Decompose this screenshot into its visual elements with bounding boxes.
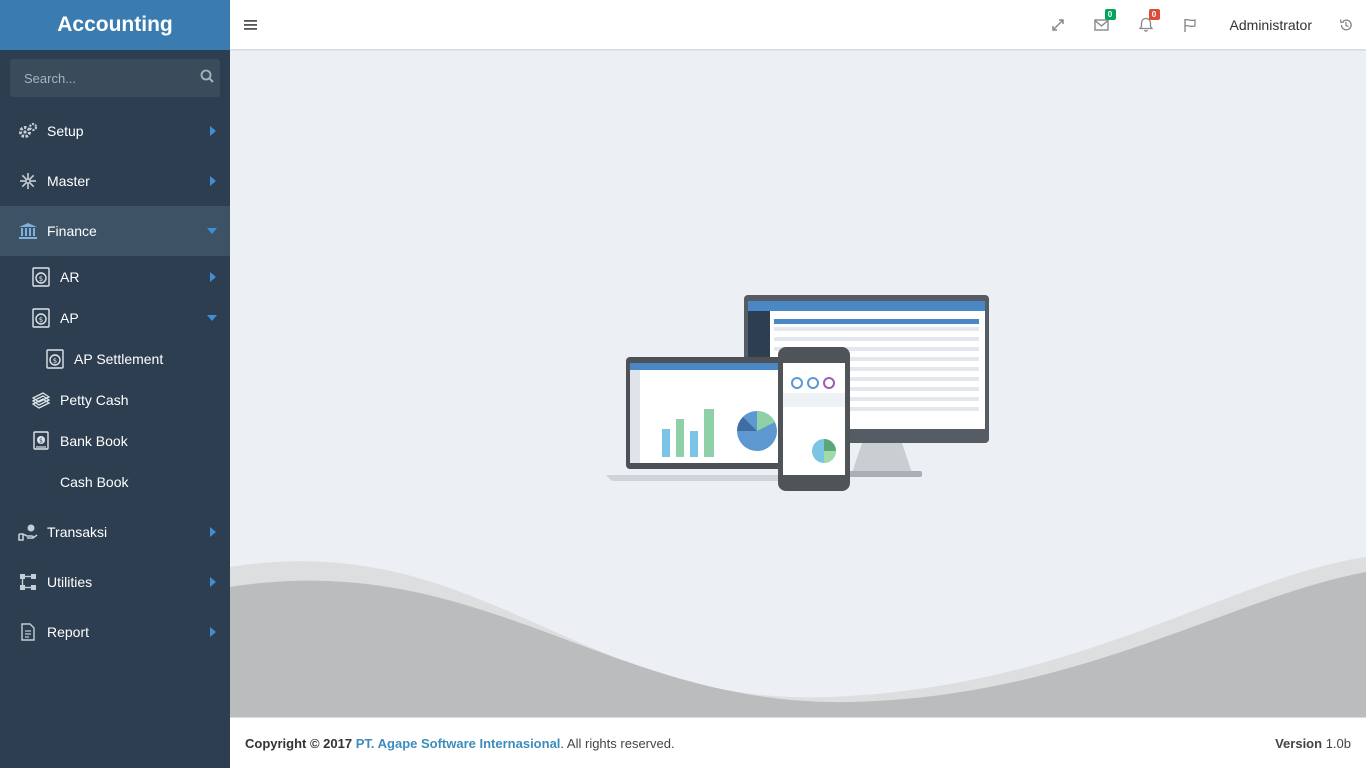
chevron-right-icon [210,577,216,587]
app-brand[interactable]: Accounting [0,0,230,50]
svg-text:$: $ [39,437,43,444]
decorative-wave [230,557,1366,717]
sidebar-item-ap-settlement[interactable]: $ AP Settlement [0,338,230,379]
sidebar-item-label: AP [60,309,79,326]
money-bag-icon: $ [31,266,51,287]
sidebar-item-label: AP Settlement [74,350,164,367]
company-link[interactable]: PT. Agape Software Internasional [356,736,561,751]
chevron-right-icon [210,527,216,537]
copyright-prefix: Copyright © 2017 [245,735,353,751]
expand-icon [1051,18,1064,31]
fullscreen-button[interactable] [1036,0,1080,50]
chevron-right-icon [210,271,216,282]
sidebar-item-utilities[interactable]: Utilities [0,557,230,607]
version-value: 1.0b [1325,735,1351,751]
search-input[interactable] [24,70,200,86]
snowflake-icon [18,171,38,191]
sidebar-item-transaksi[interactable]: Transaksi [0,507,230,557]
main-content [230,51,1366,717]
search-box [10,59,220,97]
svg-text:$: $ [39,275,43,283]
version-label: Version [1275,735,1323,751]
history-button[interactable] [1326,0,1366,50]
svg-text:$: $ [53,357,57,365]
sidebar-item-ap[interactable]: $ AP [0,297,230,338]
footer: Copyright © 2017 PT. Agape Software Inte… [230,717,1366,768]
flag-icon [1183,18,1196,32]
sitemap-icon [18,572,38,592]
hamburger-icon [244,19,257,30]
copyright-text: Copyright © 2017 PT. Agape Software Inte… [245,736,675,751]
sidebar-item-label: Master [47,173,90,189]
money-bag-icon: $ [45,348,65,369]
sidebar-menu: Setup Master Finance $ AR $ AP $ AP Sett… [0,106,230,657]
chevron-down-icon [207,314,217,321]
messages-count-badge: 0 [1104,8,1116,20]
user-menu[interactable]: Administrator [1212,17,1326,33]
sidebar-item-ar[interactable]: $ AR [0,256,230,297]
flag-button[interactable] [1168,0,1212,50]
sidebar-item-label: Finance [47,223,97,239]
sidebar-item-bank-book[interactable]: $ Bank Book [0,420,230,461]
bank-book-icon: $ [31,430,51,451]
search-icon[interactable] [200,69,214,88]
bank-icon [18,221,38,241]
chevron-right-icon [210,627,216,637]
notifications-count-badge: 0 [1148,8,1160,20]
sidebar-item-label: Cash Book [60,473,129,490]
devices-illustration [606,295,989,491]
sidebar-item-label: Petty Cash [60,391,129,408]
sidebar-item-finance[interactable]: Finance [0,206,230,256]
cash-stack-icon [31,390,51,410]
history-icon [1339,18,1352,30]
sidebar-search [0,50,230,106]
sidebar-item-label: Bank Book [60,432,128,449]
sidebar-toggle-button[interactable] [230,0,272,50]
chevron-down-icon [207,228,217,234]
sidebar-item-report[interactable]: Report [0,607,230,657]
sidebar-item-label: Utilities [47,574,93,590]
notifications-button[interactable]: 0 [1124,0,1168,50]
sidebar-item-label: Setup [47,123,84,139]
version-info: Version 1.0b [1275,736,1351,751]
hand-money-icon [18,522,38,542]
envelope-icon [1094,18,1109,31]
sidebar: Accounting Setup Master [0,0,230,768]
topbar: 0 0 Administrator [230,0,1366,50]
sidebar-item-label: Report [47,624,90,640]
sidebar-item-label: AR [60,268,80,285]
messages-button[interactable]: 0 [1080,0,1124,50]
sidebar-item-label: Transaksi [47,524,108,540]
sidebar-item-cash-book[interactable]: Cash Book [0,461,230,502]
rights-text: . All rights reserved. [560,735,675,751]
sidebar-item-petty-cash[interactable]: Petty Cash [0,379,230,420]
money-bag-icon: $ [31,307,51,328]
chevron-right-icon [210,176,216,186]
sidebar-item-master[interactable]: Master [0,156,230,206]
svg-text:$: $ [39,316,43,324]
gears-icon [18,121,38,141]
report-icon [18,622,38,642]
sidebar-item-setup[interactable]: Setup [0,106,230,156]
chevron-right-icon [210,126,216,136]
